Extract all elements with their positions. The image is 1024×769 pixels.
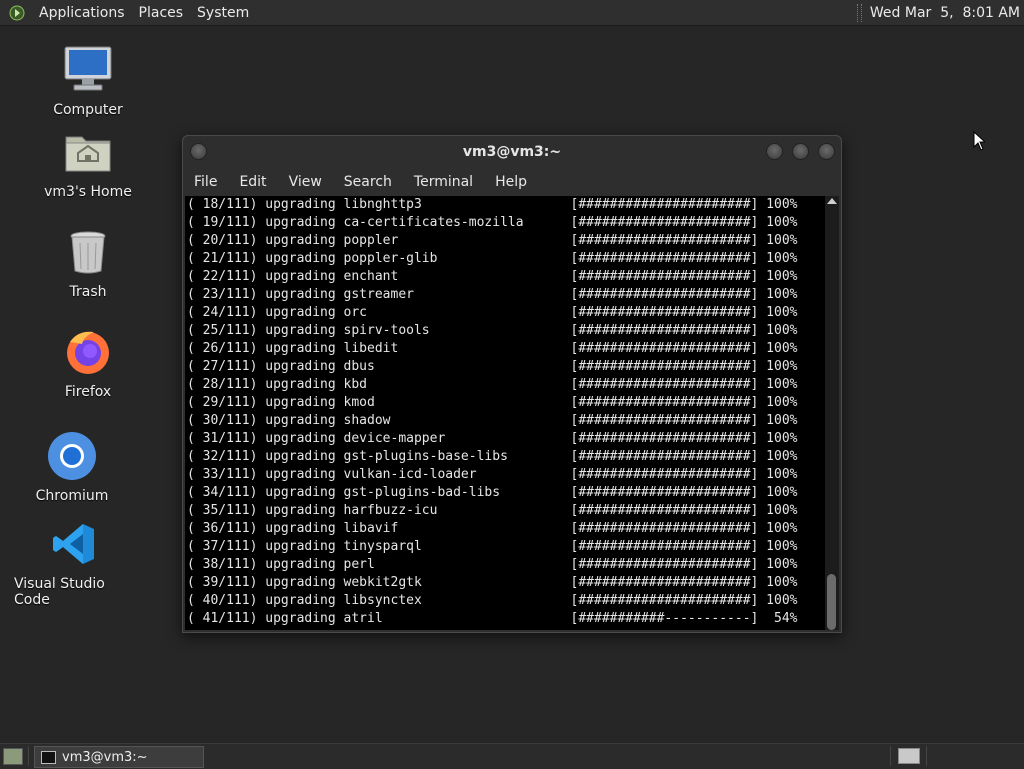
- terminal-window: vm3@vm3:~ File Edit View Search Terminal…: [182, 135, 842, 633]
- top-panel: Applications Places System Wed Mar 5, 8:…: [0, 0, 1024, 26]
- menu-view[interactable]: View: [278, 174, 333, 190]
- desktop-icon-label: Firefox: [64, 384, 112, 400]
- menu-applications[interactable]: Applications: [32, 5, 132, 21]
- terminal-line: ( 40/111) upgrading libsynctex [########…: [187, 593, 798, 608]
- terminal-line: ( 20/111) upgrading poppler [###########…: [187, 233, 798, 248]
- terminal-line: ( 35/111) upgrading harfbuzz-icu [######…: [187, 503, 798, 518]
- terminal-line: ( 39/111) upgrading webkit2gtk [########…: [187, 575, 798, 590]
- terminal-line: ( 28/111) upgrading kbd [###############…: [187, 377, 798, 392]
- terminal-line: ( 26/111) upgrading libedit [###########…: [187, 341, 798, 356]
- menu-search[interactable]: Search: [333, 174, 403, 190]
- computer-icon: [62, 44, 114, 96]
- window-title: vm3@vm3:~: [462, 144, 562, 160]
- terminal-line: ( 23/111) upgrading gstreamer [#########…: [187, 287, 798, 302]
- menu-edit[interactable]: Edit: [228, 174, 277, 190]
- terminal-line: ( 21/111) upgrading poppler-glib [######…: [187, 251, 798, 266]
- minimize-button[interactable]: [766, 143, 783, 160]
- home-folder-icon: [62, 126, 114, 178]
- scroll-thumb[interactable]: [827, 574, 836, 630]
- bottom-panel: vm3@vm3:~: [0, 743, 1024, 769]
- desktop-icon-trash[interactable]: Trash: [58, 226, 118, 300]
- terminal-line: ( 33/111) upgrading vulkan-icd-loader [#…: [187, 467, 798, 482]
- desktop-icon-home[interactable]: vm3's Home: [43, 126, 133, 200]
- chromium-icon: [46, 430, 98, 482]
- terminal-line: ( 18/111) upgrading libnghttp3 [########…: [187, 197, 798, 212]
- vscode-icon: [48, 518, 100, 570]
- menu-file[interactable]: File: [183, 174, 228, 190]
- terminal-icon: [41, 750, 56, 764]
- terminal-titlebar[interactable]: vm3@vm3:~: [183, 136, 841, 168]
- mouse-pointer-icon: [973, 130, 987, 155]
- scroll-up-arrow-icon[interactable]: [827, 198, 837, 204]
- terminal-line: ( 29/111) upgrading kmod [##############…: [187, 395, 798, 410]
- desktop-icon-computer[interactable]: Computer: [48, 44, 128, 118]
- taskbar-window-button[interactable]: vm3@vm3:~: [34, 746, 204, 768]
- terminal-line: ( 41/111) upgrading atril [###########--…: [187, 611, 798, 626]
- terminal-line: ( 30/111) upgrading shadow [############…: [187, 413, 798, 428]
- desktop-icon-chromium[interactable]: Chromium: [36, 430, 108, 504]
- menu-help[interactable]: Help: [484, 174, 538, 190]
- terminal-output[interactable]: ( 18/111) upgrading libnghttp3 [########…: [185, 196, 825, 630]
- desktop-icon-label: Trash: [69, 284, 107, 300]
- terminal-line: ( 38/111) upgrading perl [##############…: [187, 557, 798, 572]
- maximize-button[interactable]: [792, 143, 809, 160]
- applications-logo-icon[interactable]: [8, 4, 26, 22]
- panel-separator: [890, 746, 891, 766]
- terminal-menubar: File Edit View Search Terminal Help: [183, 168, 841, 196]
- terminal-line: ( 19/111) upgrading ca-certificates-mozi…: [187, 215, 798, 230]
- desktop-icon-label: vm3's Home: [44, 184, 132, 200]
- terminal-line: ( 32/111) upgrading gst-plugins-base-lib…: [187, 449, 798, 464]
- panel-separator: [926, 746, 927, 766]
- desktop-icon-label: Visual Studio Code: [14, 576, 105, 608]
- firefox-icon: [62, 326, 114, 378]
- desktop-icon-label: Chromium: [35, 488, 109, 504]
- desktop-icon-firefox[interactable]: Firefox: [58, 326, 118, 400]
- terminal-line: ( 24/111) upgrading orc [###############…: [187, 305, 798, 320]
- taskbar-window-label: vm3@vm3:~: [62, 749, 148, 765]
- terminal-scrollbar[interactable]: [825, 196, 839, 630]
- workspace-switcher[interactable]: [898, 748, 920, 764]
- clock[interactable]: Wed Mar 5, 8:01 AM: [870, 5, 1020, 21]
- panel-separator: [28, 746, 29, 766]
- menu-system[interactable]: System: [190, 5, 256, 21]
- menu-terminal[interactable]: Terminal: [403, 174, 484, 190]
- terminal-line: ( 34/111) upgrading gst-plugins-bad-libs…: [187, 485, 798, 500]
- terminal-line: ( 22/111) upgrading enchant [###########…: [187, 269, 798, 284]
- desktop-icon-label: Computer: [53, 102, 123, 118]
- show-desktop-icon[interactable]: [3, 748, 23, 765]
- close-button[interactable]: [818, 143, 835, 160]
- terminal-line: ( 37/111) upgrading tinysparql [########…: [187, 539, 798, 554]
- menu-places[interactable]: Places: [132, 5, 191, 21]
- trash-icon: [62, 226, 114, 278]
- terminal-line: ( 25/111) upgrading spirv-tools [#######…: [187, 323, 798, 338]
- panel-separator: [856, 3, 862, 22]
- desktop-icon-vscode[interactable]: Visual Studio Code: [14, 518, 134, 608]
- clock-area: Wed Mar 5, 8:01 AM: [856, 0, 1020, 25]
- terminal-line: ( 31/111) upgrading device-mapper [#####…: [187, 431, 798, 446]
- terminal-line: ( 36/111) upgrading libavif [###########…: [187, 521, 798, 536]
- terminal-line: ( 27/111) upgrading dbus [##############…: [187, 359, 798, 374]
